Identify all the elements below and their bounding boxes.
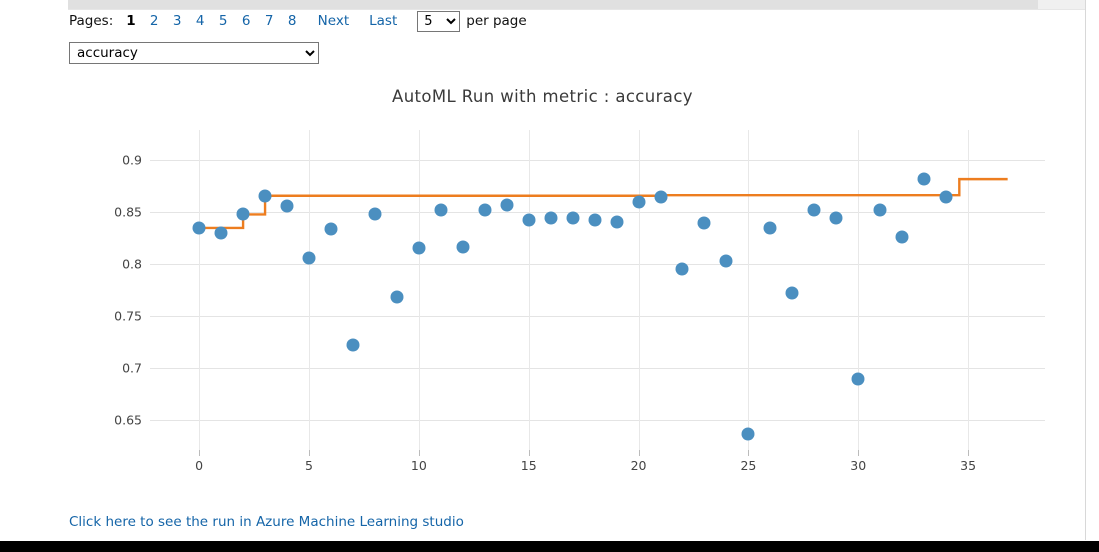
scatter-point[interactable] (192, 221, 206, 235)
scatter-point[interactable] (500, 198, 514, 212)
pagination-bar: Pages: 12345678 Next Last 5102050 per pa… (69, 10, 527, 32)
scatter-point[interactable] (741, 427, 755, 441)
x-tick-mark (638, 450, 640, 456)
pagination-page-8[interactable]: 8 (288, 13, 297, 29)
scatter-point[interactable] (368, 207, 382, 221)
gridline-y (150, 264, 1045, 266)
gridline-y (150, 316, 1045, 318)
pagination-page-1: 1 (126, 13, 136, 29)
horizontal-scrollbar-thumb[interactable] (68, 0, 1038, 9)
gridline-y (150, 160, 1045, 162)
y-tick-label: 0.7 (122, 360, 142, 376)
scatter-point[interactable] (236, 207, 250, 221)
x-tick-label: 15 (520, 458, 537, 473)
gridline-y (150, 419, 1045, 421)
pagination-page-3[interactable]: 3 (173, 13, 182, 29)
scatter-point[interactable] (829, 211, 843, 225)
gridline-y (150, 368, 1045, 369)
y-tick-label: 0.75 (114, 308, 142, 324)
scatter-point[interactable] (214, 226, 228, 240)
gridline-x (858, 130, 860, 450)
x-tick-label: 0 (195, 458, 204, 473)
scatter-point[interactable] (456, 240, 470, 254)
x-tick-label: 10 (410, 458, 427, 473)
x-tick-mark (418, 450, 420, 456)
gridline-x (528, 130, 530, 450)
scatter-point[interactable] (763, 221, 777, 235)
scatter-point[interactable] (873, 203, 887, 217)
scatter-point[interactable] (785, 286, 799, 300)
pagination-page-5[interactable]: 5 (219, 13, 228, 29)
scatter-point[interactable] (434, 203, 448, 217)
y-tick-label: 0.85 (114, 204, 142, 220)
x-tick-mark (199, 450, 201, 456)
horizontal-scrollbar[interactable] (68, 0, 1085, 10)
x-tick-mark (748, 450, 750, 456)
pagination-page-2[interactable]: 2 (150, 13, 159, 29)
scatter-point[interactable] (280, 199, 294, 213)
scatter-point[interactable] (719, 254, 733, 268)
y-tick-label: 0.9 (122, 152, 142, 168)
scatter-point[interactable] (675, 262, 689, 276)
scatter-point[interactable] (566, 211, 580, 225)
x-tick-mark (528, 450, 530, 456)
pagination-next-link[interactable]: Next (318, 13, 349, 29)
scatter-point[interactable] (588, 213, 602, 227)
scatter-point[interactable] (346, 338, 360, 352)
chart-title: AutoML Run with metric : accuracy (392, 87, 693, 106)
pagination-page-7[interactable]: 7 (265, 13, 274, 29)
scatter-point[interactable] (258, 189, 272, 203)
scatter-point[interactable] (851, 372, 865, 386)
scatter-point[interactable] (522, 213, 536, 227)
x-tick-label: 5 (305, 458, 313, 473)
scatter-point[interactable] (390, 290, 404, 304)
per-page-label: per page (466, 13, 527, 29)
x-tick-label: 35 (960, 458, 977, 473)
scatter-point[interactable] (610, 215, 624, 229)
scatter-point[interactable] (632, 195, 646, 209)
pagination-last-link[interactable]: Last (369, 13, 397, 29)
best-metric-path (199, 177, 1008, 230)
gridline-x (968, 130, 970, 450)
x-tick-mark (309, 450, 310, 456)
y-tick-label: 0.65 (114, 412, 142, 428)
per-page-select[interactable]: 5102050 (417, 10, 461, 32)
bottom-bar (0, 541, 1099, 552)
scatter-point[interactable] (917, 172, 931, 186)
chart-area: AutoML Run with metric : accuracy 0.65 0.… (0, 70, 1085, 500)
pagination-page-4[interactable]: 4 (196, 13, 205, 29)
x-tick-label: 20 (630, 458, 647, 473)
gridline-x (638, 130, 640, 450)
x-tick-label: 25 (740, 458, 757, 473)
x-tick-mark (858, 450, 860, 456)
scatter-point[interactable] (654, 190, 668, 204)
scatter-point[interactable] (939, 190, 953, 204)
metric-select[interactable]: accuracyAUC_weightedaverage_precision_sc… (69, 42, 319, 64)
pagination-number-list: 12345678 (119, 13, 303, 29)
scatter-point[interactable] (697, 216, 711, 230)
gridline-x (748, 130, 750, 450)
pagination-label: Pages: (69, 13, 114, 29)
x-tick-mark (968, 450, 970, 456)
scatter-point[interactable] (895, 230, 909, 244)
scatter-point[interactable] (324, 222, 338, 236)
scatter-point[interactable] (302, 251, 316, 265)
gridline-x (418, 130, 420, 450)
gridline-x (309, 130, 310, 450)
azure-ml-studio-link[interactable]: Click here to see the run in Azure Machi… (69, 514, 464, 530)
scatter-point[interactable] (412, 241, 426, 255)
scatter-point[interactable] (807, 203, 821, 217)
x-tick-label: 30 (850, 458, 867, 473)
pagination-page-6[interactable]: 6 (242, 13, 251, 29)
plot-region: 0.65 0.7 0.75 0.8 0.85 0.9 0 5 10 15 20 25 30 35 (40, 130, 1045, 473)
scatter-point[interactable] (544, 211, 558, 225)
page-frame: Pages: 12345678 Next Last 5102050 per pa… (0, 0, 1086, 540)
scatter-point[interactable] (478, 203, 492, 217)
gridline-x (199, 130, 201, 450)
y-tick-label: 0.8 (122, 256, 142, 272)
